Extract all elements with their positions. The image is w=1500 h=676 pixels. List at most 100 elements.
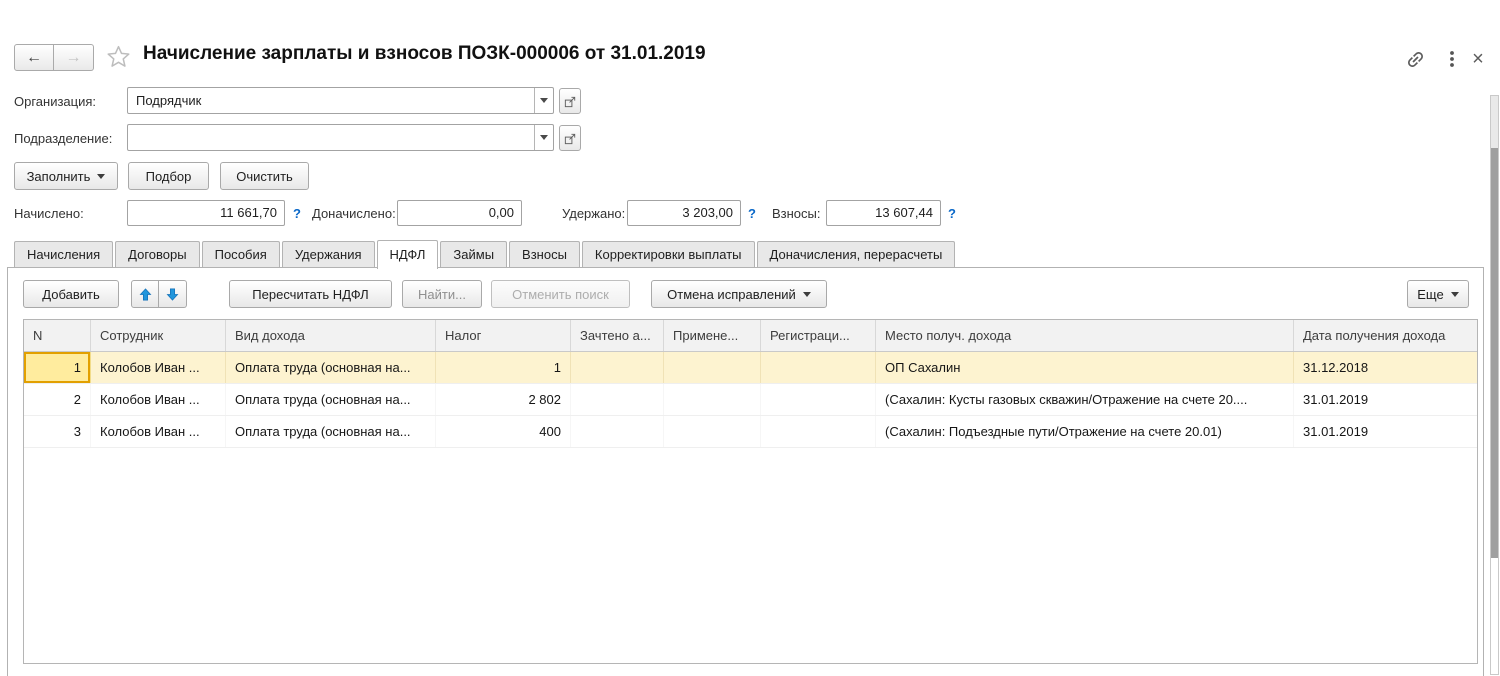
cell-n[interactable]: 3 [24,416,91,447]
find-button[interactable]: Найти... [402,280,482,308]
tab-vznosy[interactable]: Взносы [509,241,580,267]
column-header-credited[interactable]: Зачтено а... [571,320,664,351]
cell-income-type[interactable]: Оплата труда (основная на... [226,384,436,415]
scrollbar-track[interactable] [1491,96,1498,148]
accrued-field[interactable]: 11 661,70 [127,200,285,226]
clear-button[interactable]: Очистить [220,162,309,190]
column-header-employee[interactable]: Сотрудник [91,320,226,351]
department-value[interactable] [128,125,534,150]
cell-registration[interactable] [761,352,876,383]
withheld-field[interactable]: 3 203,00 [627,200,741,226]
close-icon[interactable]: × [1466,47,1490,71]
table-header-row: N Сотрудник Вид дохода Налог Зачтено а..… [24,320,1477,352]
fill-button-label: Заполнить [27,169,91,184]
tab-uderzhaniya[interactable]: Удержания [282,241,375,267]
tab-zaymy[interactable]: Займы [440,241,507,267]
organization-combobox[interactable]: Подрядчик [127,87,554,114]
add-row-label: Добавить [42,287,99,302]
contributions-help-icon[interactable]: ? [948,206,956,221]
table-row[interactable]: 1 Колобов Иван ... Оплата труда (основна… [24,352,1477,384]
more-label: Еще [1417,287,1443,302]
tab-posobiya[interactable]: Пособия [202,241,280,267]
cell-n[interactable]: 1 [24,352,91,383]
move-down-button[interactable] [159,280,187,308]
column-header-income-date[interactable]: Дата получения дохода [1294,320,1477,351]
ndfl-tab-panel: Добавить Пересчитать НДФЛ Найти... Отмен… [7,267,1484,676]
contributions-field[interactable]: 13 607,44 [826,200,941,226]
tab-donachisleniya-pereraschety[interactable]: Доначисления, перерасчеты [757,241,956,267]
organization-label: Организация: [14,94,96,110]
tab-korrektirovki-vyplaty[interactable]: Корректировки выплаты [582,241,755,267]
move-up-button[interactable] [131,280,159,308]
accrued-label: Начислено: [14,206,84,222]
tab-nachisleniya[interactable]: Начисления [14,241,113,267]
accrued-help-icon[interactable]: ? [293,206,301,221]
table-row[interactable]: 2 Колобов Иван ... Оплата труда (основна… [24,384,1477,416]
department-label: Подразделение: [14,131,112,147]
additional-accrued-field[interactable]: 0,00 [397,200,522,226]
back-button[interactable]: ← [14,44,54,71]
cell-applied[interactable] [664,352,761,383]
cell-credited[interactable] [571,384,664,415]
find-label: Найти... [418,287,466,302]
cancel-search-button[interactable]: Отменить поиск [491,280,630,308]
chevron-down-icon[interactable] [534,125,553,150]
move-row-buttons [131,280,187,308]
fill-button[interactable]: Заполнить [14,162,118,190]
cell-credited[interactable] [571,416,664,447]
withheld-help-icon[interactable]: ? [748,206,756,221]
organization-open-button[interactable] [559,88,581,114]
get-link-icon[interactable] [1403,47,1427,71]
cell-income-type[interactable]: Оплата труда (основная на... [226,352,436,383]
vertical-scrollbar[interactable] [1490,95,1499,675]
chevron-down-icon [803,292,811,297]
add-row-button[interactable]: Добавить [23,280,119,308]
history-nav: ← → [14,44,94,71]
cell-income-type[interactable]: Оплата труда (основная на... [226,416,436,447]
cell-tax[interactable]: 400 [436,416,571,447]
cell-applied[interactable] [664,416,761,447]
column-header-applied[interactable]: Примене... [664,320,761,351]
recalculate-ndfl-button[interactable]: Пересчитать НДФЛ [229,280,392,308]
pick-button[interactable]: Подбор [128,162,209,190]
cell-tax[interactable]: 2 802 [436,384,571,415]
page-title: Начисление зарплаты и взносов ПОЗК-00000… [143,43,706,65]
department-open-button[interactable] [559,125,581,151]
cell-credited[interactable] [571,352,664,383]
cell-n[interactable]: 2 [24,384,91,415]
forward-button[interactable]: → [54,44,94,71]
cell-employee[interactable]: Колобов Иван ... [91,384,226,415]
tab-ndfl[interactable]: НДФЛ [377,240,439,269]
cell-applied[interactable] [664,384,761,415]
cell-employee[interactable]: Колобов Иван ... [91,416,226,447]
scrollbar-thumb[interactable] [1491,148,1498,558]
cell-income-date[interactable]: 31.01.2019 [1294,416,1477,447]
column-header-n[interactable]: N [24,320,91,351]
contributions-label: Взносы: [772,206,821,222]
chevron-down-icon [97,174,105,179]
chevron-down-icon[interactable] [534,88,553,113]
kebab-menu-icon[interactable] [1440,47,1464,71]
organization-value[interactable]: Подрядчик [128,88,534,113]
withheld-label: Удержано: [562,206,625,222]
cell-income-date[interactable]: 31.12.2018 [1294,352,1477,383]
department-combobox[interactable] [127,124,554,151]
cell-income-date[interactable]: 31.01.2019 [1294,384,1477,415]
cell-tax[interactable]: 1 [436,352,571,383]
favorite-star-icon[interactable] [105,44,132,73]
tab-dogovory[interactable]: Договоры [115,241,199,267]
column-header-income-place[interactable]: Место получ. дохода [876,320,1294,351]
table-row[interactable]: 3 Колобов Иван ... Оплата труда (основна… [24,416,1477,448]
cell-registration[interactable] [761,416,876,447]
cell-income-place[interactable]: (Сахалин: Кусты газовых скважин/Отражени… [876,384,1294,415]
column-header-tax[interactable]: Налог [436,320,571,351]
cell-registration[interactable] [761,384,876,415]
chevron-down-icon [1451,292,1459,297]
column-header-registration[interactable]: Регистраци... [761,320,876,351]
cell-income-place[interactable]: (Сахалин: Подъездные пути/Отражение на с… [876,416,1294,447]
cell-income-place[interactable]: ОП Сахалин [876,352,1294,383]
cancel-corrections-button[interactable]: Отмена исправлений [651,280,827,308]
column-header-income-type[interactable]: Вид дохода [226,320,436,351]
more-button[interactable]: Еще [1407,280,1469,308]
cell-employee[interactable]: Колобов Иван ... [91,352,226,383]
